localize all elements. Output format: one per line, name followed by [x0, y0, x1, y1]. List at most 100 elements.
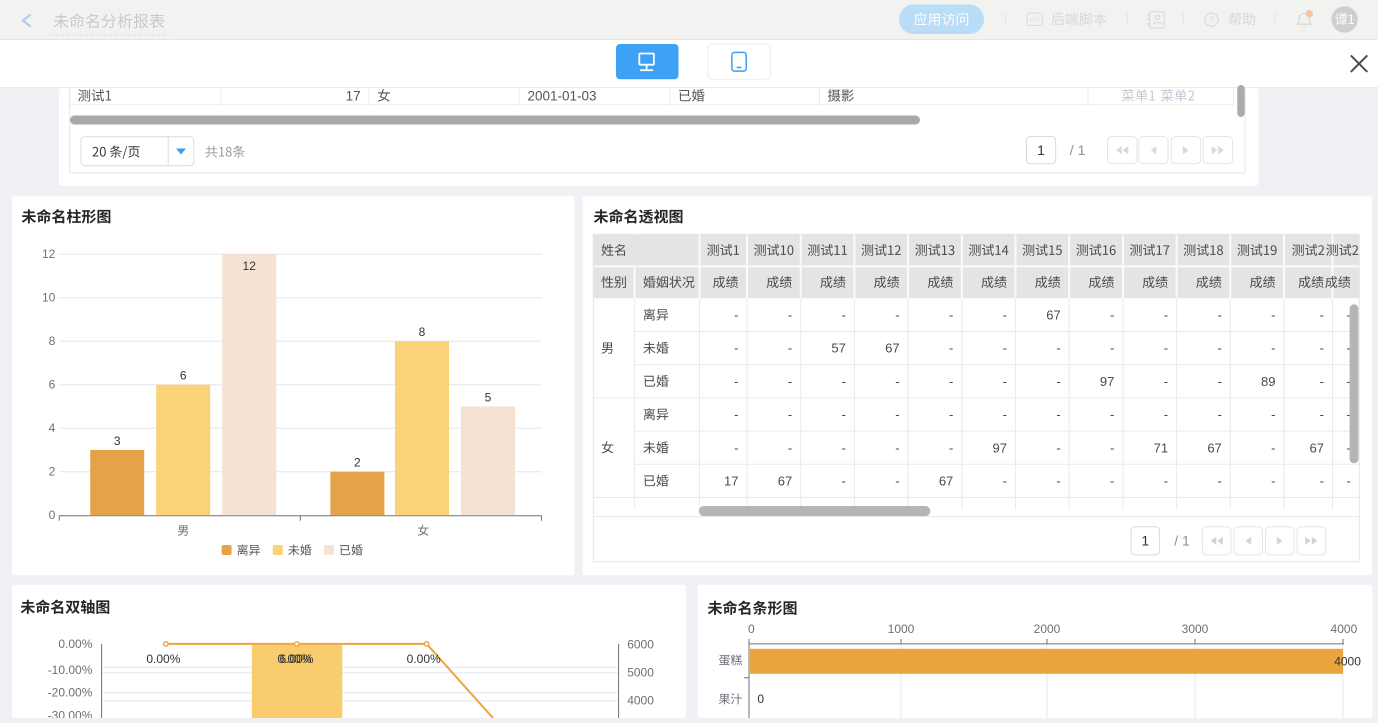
- svg-text:-: -: [895, 440, 899, 455]
- svg-text:0.00%: 0.00%: [58, 637, 92, 651]
- svg-text:2: 2: [49, 465, 56, 479]
- svg-text:17: 17: [346, 89, 361, 104]
- svg-text:12: 12: [243, 259, 257, 273]
- svg-text:1: 1: [1037, 142, 1045, 158]
- svg-text:-: -: [788, 374, 792, 389]
- svg-text:-: -: [1320, 407, 1324, 422]
- svg-text:67: 67: [778, 474, 792, 489]
- svg-text:10: 10: [42, 291, 56, 305]
- svg-text:67: 67: [1046, 308, 1060, 323]
- svg-text:-: -: [895, 308, 899, 323]
- svg-text:-: -: [1271, 440, 1275, 455]
- svg-text:-: -: [1217, 474, 1221, 489]
- svg-text:71: 71: [1154, 440, 1168, 455]
- svg-text:-: -: [734, 407, 738, 422]
- svg-text:-30.00%: -30.00%: [48, 709, 93, 719]
- svg-text:-: -: [1164, 407, 1168, 422]
- svg-text:0: 0: [757, 692, 764, 706]
- svg-text:-10.00%: -10.00%: [48, 663, 93, 677]
- svg-text:-: -: [949, 374, 953, 389]
- svg-text:0.00%: 0.00%: [146, 652, 180, 666]
- svg-text:4000: 4000: [627, 693, 654, 707]
- svg-text:-: -: [1110, 440, 1114, 455]
- svg-text:-: -: [1164, 341, 1168, 356]
- svg-text:5000: 5000: [627, 665, 654, 679]
- svg-text:-: -: [895, 474, 899, 489]
- svg-text:0: 0: [49, 508, 56, 522]
- svg-text:-: -: [1056, 440, 1060, 455]
- svg-text:3000: 3000: [1182, 622, 1209, 636]
- svg-text:-: -: [788, 440, 792, 455]
- svg-text:-: -: [1110, 474, 1114, 489]
- svg-text:-: -: [1271, 341, 1275, 356]
- svg-text:-: -: [1110, 407, 1114, 422]
- svg-text:-: -: [1003, 308, 1007, 323]
- svg-text:-: -: [949, 341, 953, 356]
- svg-text:-: -: [788, 407, 792, 422]
- svg-text:-: -: [1164, 374, 1168, 389]
- svg-text:-: -: [1320, 474, 1324, 489]
- svg-text:2001-01-03: 2001-01-03: [528, 89, 597, 104]
- svg-text:-: -: [1320, 341, 1324, 356]
- svg-text:-: -: [1271, 308, 1275, 323]
- svg-text:8: 8: [419, 325, 426, 339]
- svg-text:4000: 4000: [1331, 622, 1358, 636]
- svg-text:-: -: [734, 440, 738, 455]
- svg-text:-: -: [949, 407, 953, 422]
- svg-text:17: 17: [724, 474, 738, 489]
- svg-text:-: -: [1003, 341, 1007, 356]
- svg-text:-: -: [1056, 474, 1060, 489]
- svg-text:/ 1: / 1: [1070, 142, 1086, 158]
- svg-text:-: -: [842, 474, 846, 489]
- svg-text:5: 5: [485, 390, 492, 404]
- svg-text:-: -: [1217, 407, 1221, 422]
- svg-text:2000: 2000: [1034, 622, 1061, 636]
- svg-text:-: -: [1271, 474, 1275, 489]
- svg-text:-: -: [1003, 474, 1007, 489]
- svg-text:-: -: [1003, 374, 1007, 389]
- svg-text:-: -: [1320, 308, 1324, 323]
- svg-text:-20.00%: -20.00%: [48, 686, 93, 700]
- svg-text:-: -: [1110, 341, 1114, 356]
- svg-text:3: 3: [114, 434, 121, 448]
- svg-text:-: -: [788, 308, 792, 323]
- svg-text:6: 6: [180, 369, 187, 383]
- svg-text:-: -: [788, 341, 792, 356]
- svg-text:-: -: [895, 374, 899, 389]
- svg-text:-: -: [1217, 374, 1221, 389]
- svg-text:-: -: [1217, 308, 1221, 323]
- svg-text:-: -: [842, 407, 846, 422]
- svg-text:-: -: [949, 440, 953, 455]
- svg-text:-: -: [1003, 407, 1007, 422]
- svg-text:67: 67: [1310, 440, 1324, 455]
- svg-text:97: 97: [1100, 374, 1114, 389]
- svg-text:57: 57: [831, 341, 845, 356]
- svg-text:97: 97: [993, 440, 1007, 455]
- svg-text:-: -: [1271, 407, 1275, 422]
- svg-text:-: -: [1056, 407, 1060, 422]
- svg-text:0.00%: 0.00%: [407, 652, 441, 666]
- svg-text:89: 89: [1261, 374, 1275, 389]
- svg-text:1: 1: [1141, 533, 1149, 549]
- svg-text:</>: </>: [1030, 17, 1040, 24]
- svg-text:-: -: [842, 308, 846, 323]
- svg-text:6: 6: [49, 378, 56, 392]
- svg-text:/ 1: / 1: [1174, 533, 1190, 549]
- svg-text:6000: 6000: [627, 638, 654, 652]
- svg-text:67: 67: [939, 474, 953, 489]
- svg-text:12: 12: [42, 247, 56, 261]
- svg-text:-: -: [895, 407, 899, 422]
- svg-text:2: 2: [354, 456, 361, 470]
- svg-text:0: 0: [748, 622, 755, 636]
- svg-text:-: -: [1164, 474, 1168, 489]
- svg-text:-: -: [1110, 308, 1114, 323]
- svg-text:67: 67: [1207, 440, 1221, 455]
- svg-text:-: -: [1217, 341, 1221, 356]
- svg-text:67: 67: [885, 341, 899, 356]
- svg-text:-: -: [1056, 374, 1060, 389]
- svg-text:?: ?: [1209, 15, 1214, 25]
- svg-text:-: -: [1320, 374, 1324, 389]
- svg-text:-: -: [1164, 308, 1168, 323]
- svg-text:-: -: [842, 374, 846, 389]
- svg-text:-: -: [949, 308, 953, 323]
